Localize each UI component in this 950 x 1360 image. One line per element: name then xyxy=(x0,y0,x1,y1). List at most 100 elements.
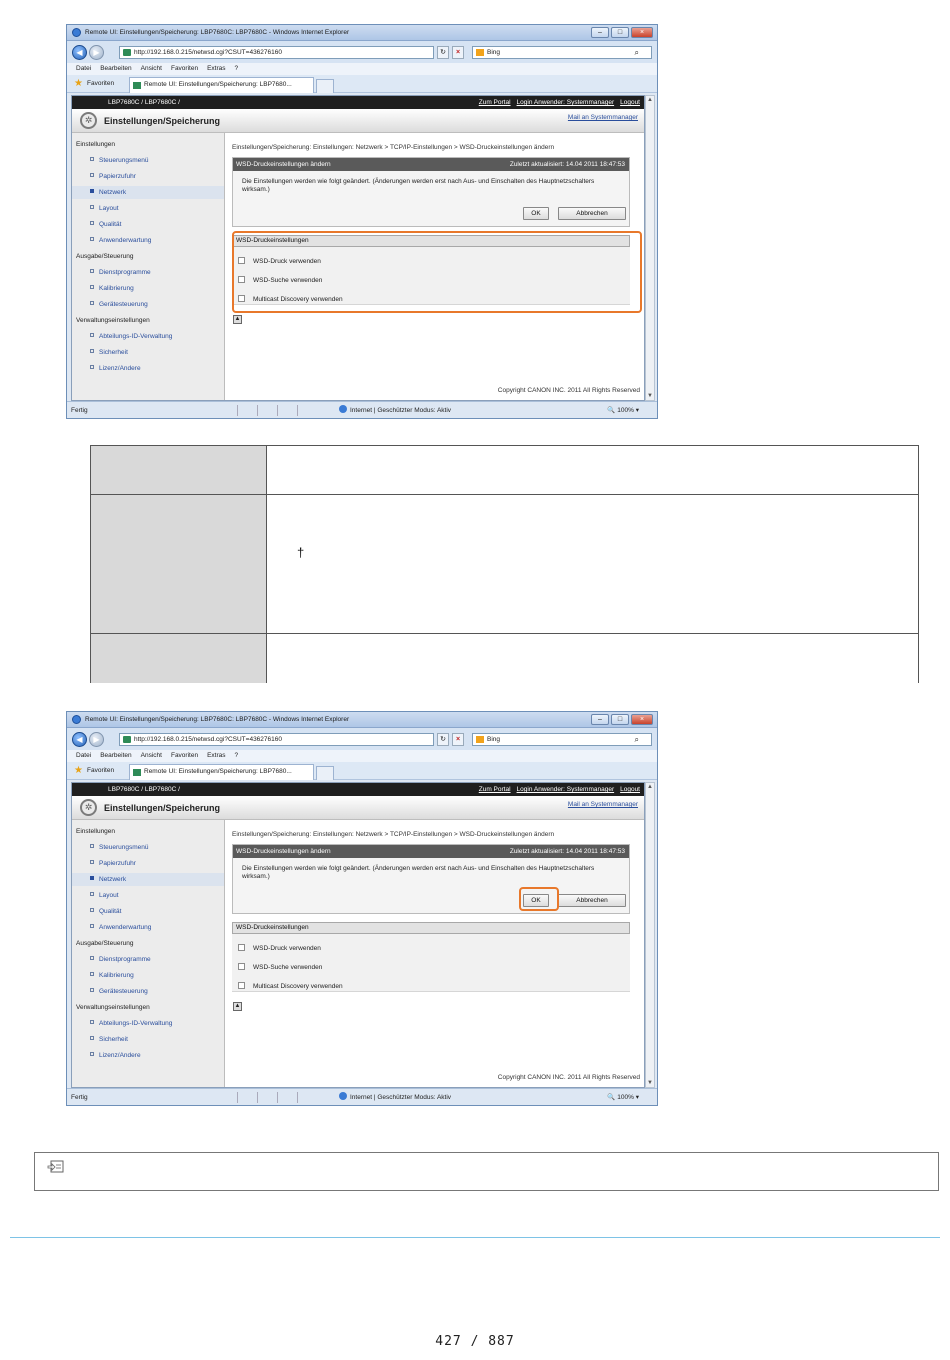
menu-item[interactable]: Datei xyxy=(76,63,91,75)
sidebar-item[interactable]: Papierzufuhr xyxy=(72,170,224,183)
mail-admin-link[interactable]: Mail an Systemmanager xyxy=(568,114,638,121)
close-button[interactable]: × xyxy=(631,27,653,38)
sidebar-item-label: Abteilungs-ID-Verwaltung xyxy=(99,1020,173,1027)
sidebar-item[interactable]: Abteilungs-ID-Verwaltung xyxy=(72,330,224,343)
sidebar-item-label: Netzwerk xyxy=(99,189,127,196)
sidebar-item[interactable]: Anwenderwartung xyxy=(72,234,224,247)
scroll-down-icon[interactable]: ▼ xyxy=(646,1080,654,1086)
menu-item[interactable]: Extras xyxy=(207,63,225,75)
forward-button[interactable]: ▶ xyxy=(89,45,104,60)
sidebar-item[interactable]: Steuerungsmenü xyxy=(72,154,224,167)
wsd-print-checkbox[interactable] xyxy=(238,944,245,951)
search-input[interactable]: Bing ⌕ xyxy=(472,733,652,746)
zoom-level[interactable]: 🔍 100% ▾ xyxy=(607,1089,639,1105)
menu-item[interactable]: Bearbeiten xyxy=(100,750,131,762)
sidebar-item[interactable]: Papierzufuhr xyxy=(72,857,224,870)
browser-tab[interactable]: Remote UI: Einstellungen/Speicherung: LB… xyxy=(129,764,314,780)
back-to-top-icon[interactable]: ▲ xyxy=(233,1002,242,1011)
sidebar-item[interactable]: Sicherheit xyxy=(72,346,224,359)
sidebar-item[interactable]: Abteilungs-ID-Verwaltung xyxy=(72,1017,224,1030)
sidebar-item[interactable]: Lizenz/Andere xyxy=(72,362,224,375)
cancel-button[interactable]: Abbrechen xyxy=(558,207,626,220)
menu-item[interactable]: Datei xyxy=(76,750,91,762)
stop-icon[interactable]: × xyxy=(452,46,464,59)
scroll-up-icon[interactable]: ▲ xyxy=(646,784,654,790)
wsd-settings-header: WSD-Druckeinstellungen xyxy=(232,922,630,934)
sidebar-item[interactable]: Gerätesteuerung xyxy=(72,298,224,311)
sidebar-item[interactable]: Anwenderwartung xyxy=(72,921,224,934)
close-button[interactable]: × xyxy=(631,714,653,725)
table-row xyxy=(91,446,918,495)
maximize-button[interactable]: □ xyxy=(611,714,629,725)
sidebar-item[interactable]: Sicherheit xyxy=(72,1033,224,1046)
scroll-down-icon[interactable]: ▼ xyxy=(646,393,654,399)
sidebar-item[interactable]: Kalibrierung xyxy=(72,282,224,295)
sidebar-category: Einstellungen xyxy=(72,138,224,151)
address-input[interactable]: http://192.168.0.215/netwsd.cgi?CSUT=436… xyxy=(119,46,434,59)
menu-item[interactable]: Ansicht xyxy=(141,63,162,75)
search-input[interactable]: Bing ⌕ xyxy=(472,46,652,59)
device-model: LBP7680C / LBP7680C / xyxy=(108,786,180,793)
new-tab-button[interactable] xyxy=(316,766,334,780)
search-icon[interactable]: ⌕ xyxy=(635,734,639,745)
menu-item[interactable]: Bearbeiten xyxy=(100,63,131,75)
sidebar-item[interactable]: Lizenz/Andere xyxy=(72,1049,224,1062)
vertical-scrollbar[interactable]: ▲ ▼ xyxy=(645,782,655,1088)
cancel-button[interactable]: Abbrechen xyxy=(558,894,626,907)
menu-item[interactable]: ? xyxy=(235,63,239,75)
menu-item[interactable]: ? xyxy=(235,750,239,762)
zoom-level[interactable]: 🔍 100% ▾ xyxy=(607,402,639,418)
login-user-link[interactable]: Login Anwender: Systemmanager xyxy=(517,786,615,793)
portal-link[interactable]: Zum Portal xyxy=(479,99,511,106)
multicast-discovery-checkbox-row[interactable]: Multicast Discovery verwenden xyxy=(238,982,343,991)
menu-item[interactable]: Favoriten xyxy=(171,63,198,75)
favorites-label[interactable]: Favoriten xyxy=(87,767,114,774)
back-button[interactable]: ◀ xyxy=(72,732,87,747)
minimize-button[interactable]: – xyxy=(591,714,609,725)
portal-link[interactable]: Zum Portal xyxy=(479,786,511,793)
sidebar-item[interactable]: Gerätesteuerung xyxy=(72,985,224,998)
address-text: http://192.168.0.215/netwsd.cgi?CSUT=436… xyxy=(134,736,282,743)
favorites-star-icon[interactable]: ★ xyxy=(74,78,83,89)
vertical-scrollbar[interactable]: ▲ ▼ xyxy=(645,95,655,401)
favorites-star-icon[interactable]: ★ xyxy=(74,765,83,776)
refresh-icon[interactable]: ↻ xyxy=(437,46,449,59)
wsd-search-checkbox-row[interactable]: WSD-Suche verwenden xyxy=(238,963,322,972)
sidebar-item[interactable]: Layout xyxy=(72,202,224,215)
sidebar-item[interactable]: Layout xyxy=(72,889,224,902)
wsd-print-checkbox-row[interactable]: WSD-Druck verwenden xyxy=(238,944,321,953)
address-input[interactable]: http://192.168.0.215/netwsd.cgi?CSUT=436… xyxy=(119,733,434,746)
sidebar-item[interactable]: Netzwerk xyxy=(72,873,224,886)
bullet-icon xyxy=(90,301,94,305)
logout-link[interactable]: Logout xyxy=(620,99,640,106)
sidebar-item[interactable]: Kalibrierung xyxy=(72,969,224,982)
mail-admin-link[interactable]: Mail an Systemmanager xyxy=(568,801,638,808)
maximize-button[interactable]: □ xyxy=(611,27,629,38)
sidebar-item[interactable]: Qualität xyxy=(72,218,224,231)
sidebar-item[interactable]: Netzwerk xyxy=(72,186,224,199)
menu-item[interactable]: Favoriten xyxy=(171,750,198,762)
wsd-search-checkbox[interactable] xyxy=(238,963,245,970)
sidebar-item[interactable]: Steuerungsmenü xyxy=(72,841,224,854)
sidebar-item[interactable]: Qualität xyxy=(72,905,224,918)
ok-button[interactable]: OK xyxy=(523,207,549,220)
logout-link[interactable]: Logout xyxy=(620,786,640,793)
multicast-discovery-checkbox[interactable] xyxy=(238,982,245,989)
menu-item[interactable]: Extras xyxy=(207,750,225,762)
stop-icon[interactable]: × xyxy=(452,733,464,746)
browser-tab[interactable]: Remote UI: Einstellungen/Speicherung: LB… xyxy=(129,77,314,93)
refresh-icon[interactable]: ↻ xyxy=(437,733,449,746)
login-user-link[interactable]: Login Anwender: Systemmanager xyxy=(517,99,615,106)
sidebar-item[interactable]: Dienstprogramme xyxy=(72,266,224,279)
favorites-label[interactable]: Favoriten xyxy=(87,80,114,87)
back-to-top-icon[interactable]: ▲ xyxy=(233,315,242,324)
forward-button[interactable]: ▶ xyxy=(89,732,104,747)
search-icon[interactable]: ⌕ xyxy=(635,47,639,58)
scroll-up-icon[interactable]: ▲ xyxy=(646,97,654,103)
new-tab-button[interactable] xyxy=(316,79,334,93)
menu-item[interactable]: Ansicht xyxy=(141,750,162,762)
back-button[interactable]: ◀ xyxy=(72,45,87,60)
minimize-button[interactable]: – xyxy=(591,27,609,38)
sidebar-item[interactable]: Dienstprogramme xyxy=(72,953,224,966)
confirm-message: Die Einstellungen werden wie folgt geänd… xyxy=(242,178,595,193)
